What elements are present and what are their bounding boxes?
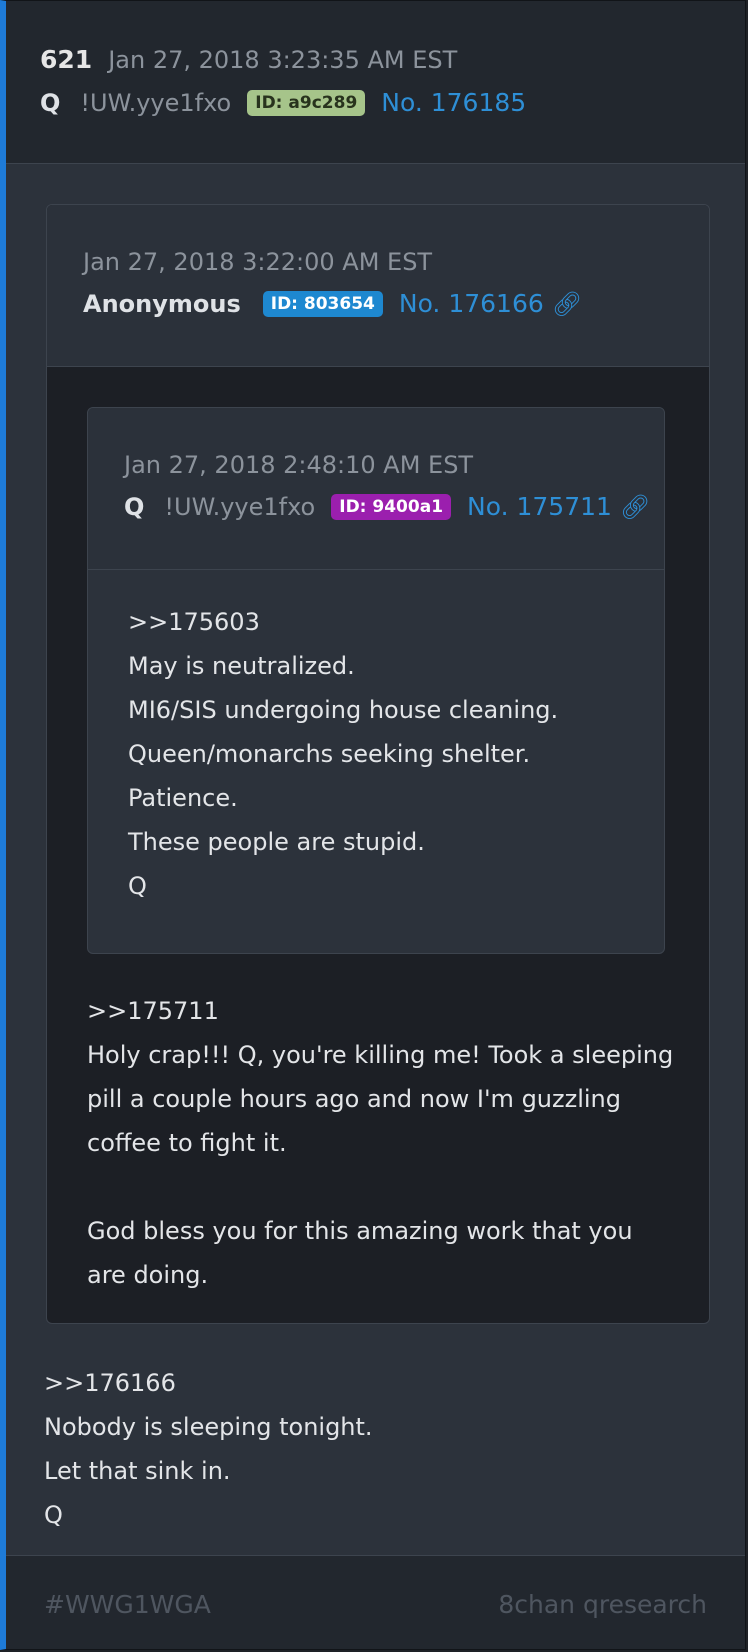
body-line: pill a couple hours ago and now I'm guzz…	[87, 1085, 621, 1113]
body-line: >>175711	[87, 997, 219, 1025]
nested-post-date: Jan 27, 2018 2:48:10 AM EST	[124, 451, 474, 479]
nested-id-badge: ID: 9400a1	[331, 493, 452, 520]
quoted-post-body: >>175711 Holy crap!!! Q, you're killing …	[87, 989, 673, 1297]
post-header: 621 Jan 27, 2018 3:23:35 AM EST Q !UW.yy…	[6, 1, 745, 164]
nested-post-number-link[interactable]: No. 175711	[467, 492, 612, 521]
hashtag: #WWG1WGA	[44, 1590, 211, 1619]
poster-name: Q	[40, 88, 61, 117]
quoted-post-header: Jan 27, 2018 3:22:00 AM EST Anonymous ID…	[47, 205, 709, 367]
body-line: >>176166	[44, 1369, 176, 1397]
post-card: 621 Jan 27, 2018 3:23:35 AM EST Q !UW.yy…	[0, 0, 746, 1650]
body-line: >>175603	[128, 608, 260, 636]
tripcode: !UW.yye1fxo	[80, 88, 232, 117]
post-footer: #WWG1WGA 8chan qresearch	[6, 1555, 745, 1649]
post-number-link[interactable]: No. 176185	[381, 88, 526, 117]
body-line: God bless you for this amazing work that…	[87, 1217, 633, 1245]
body-line: Holy crap!!! Q, you're killing me! Took …	[87, 1041, 674, 1069]
body-line: Q	[128, 872, 147, 900]
body-line: Patience.	[128, 784, 238, 812]
poster-id-badge: ID: a9c289	[247, 89, 366, 116]
body-line: are doing.	[87, 1261, 209, 1289]
post-number: 621	[40, 45, 93, 74]
body-line: Let that sink in.	[44, 1457, 231, 1485]
body-line: MI6/SIS undergoing house cleaning.	[128, 696, 559, 724]
link-icon[interactable]: 🔗︎	[552, 290, 582, 318]
nested-poster-name: Q	[124, 492, 145, 521]
body-line: These people are stupid.	[128, 828, 425, 856]
body-line	[87, 1165, 673, 1209]
nested-post-body: >>175603 May is neutralized. MI6/SIS und…	[128, 600, 558, 908]
quoted-post: Jan 27, 2018 3:22:00 AM EST Anonymous ID…	[46, 204, 710, 1324]
quoted-id-badge: ID: 803654	[262, 290, 383, 317]
nested-tripcode: !UW.yye1fxo	[164, 492, 316, 521]
source-label: 8chan qresearch	[498, 1590, 707, 1619]
quoted-poster-name: Anonymous	[83, 289, 241, 318]
quoted-post-number-link[interactable]: No. 176166	[399, 289, 544, 318]
link-icon[interactable]: 🔗︎	[620, 493, 650, 521]
body-line: Queen/monarchs seeking shelter.	[128, 740, 531, 768]
post-body: >>176166 Nobody is sleeping tonight. Let…	[44, 1361, 373, 1537]
body-line: Q	[44, 1501, 63, 1529]
quoted-post-date: Jan 27, 2018 3:22:00 AM EST	[83, 248, 433, 276]
body-line: coffee to fight it.	[87, 1129, 287, 1157]
body-line: May is neutralized.	[128, 652, 355, 680]
body-line: Nobody is sleeping tonight.	[44, 1413, 373, 1441]
post-date: Jan 27, 2018 3:23:35 AM EST	[108, 45, 458, 74]
nested-quoted-post: Jan 27, 2018 2:48:10 AM EST Q !UW.yye1fx…	[87, 407, 665, 954]
nested-post-header: Jan 27, 2018 2:48:10 AM EST Q !UW.yye1fx…	[88, 408, 664, 570]
